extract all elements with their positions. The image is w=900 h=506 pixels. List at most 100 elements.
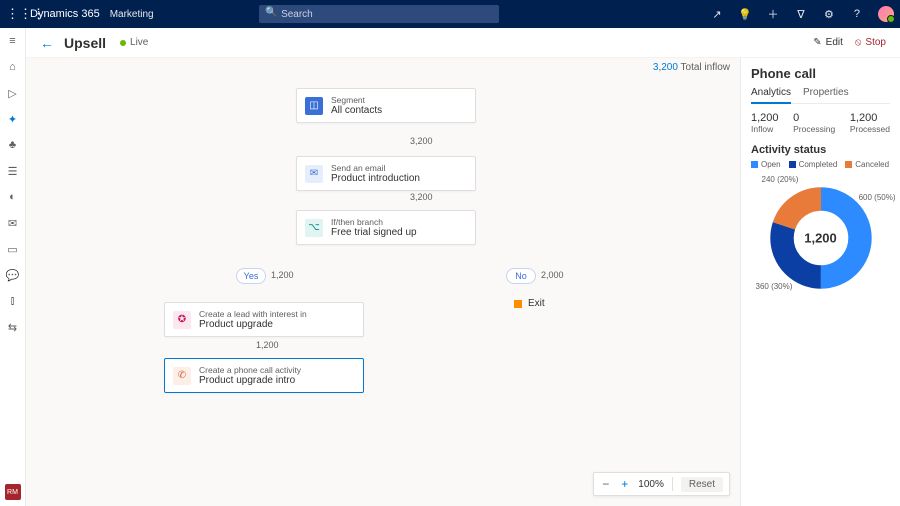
stat-value: 1,200 — [751, 112, 779, 124]
pencil-icon: ✎ — [813, 37, 821, 48]
tab-properties[interactable]: Properties — [803, 87, 849, 103]
module-title: Marketing — [110, 9, 154, 20]
help-icon[interactable]: ? — [850, 7, 864, 21]
branch-icon: ⌥ — [305, 219, 323, 237]
mail-icon[interactable]: ✉ — [6, 216, 20, 230]
stat-processed: 1,200 Processed — [850, 112, 890, 134]
stop-button[interactable]: ⦸ Stop — [855, 37, 886, 48]
node-lead[interactable]: ✪ Create a lead with interest in Product… — [164, 302, 364, 337]
status-label: Live — [130, 37, 148, 48]
page-title: Upsell — [64, 35, 106, 51]
node-label: All contacts — [331, 105, 382, 116]
segment-icon: ◫ — [305, 97, 323, 115]
settings-icon[interactable]: ⚙ — [822, 7, 836, 21]
legend-open: Open — [761, 160, 781, 169]
phone-icon: ✆ — [173, 367, 191, 385]
stats-row: 1,200 Inflow 0 Processing 1,200 Processe… — [751, 112, 890, 134]
separator — [672, 477, 673, 491]
chart-legend: Open Completed Canceled — [751, 160, 890, 169]
node-branch[interactable]: ⌥ If/then branch Free trial signed up — [296, 210, 476, 245]
zoom-toolbar: − + 100% Reset — [593, 472, 730, 496]
no-count: 2,000 — [541, 270, 564, 280]
exit-icon — [514, 300, 522, 308]
edge-label: 3,200 — [410, 192, 433, 202]
donut-label-completed: 360 (30%) — [756, 282, 793, 291]
stat-label: Processed — [850, 124, 890, 134]
edge-label: 3,200 — [410, 136, 433, 146]
zoom-in-button[interactable]: + — [619, 477, 630, 491]
list-icon[interactable]: ☰ — [6, 164, 20, 178]
edit-button[interactable]: ✎ Edit — [813, 37, 843, 48]
search-wrap: 🔍 — [259, 5, 499, 23]
edge-label: 1,200 — [256, 340, 279, 350]
zoom-level: 100% — [638, 479, 664, 490]
add-icon[interactable]: ＋ — [766, 7, 780, 21]
swatch-canceled — [845, 161, 852, 168]
lead-icon: ✪ — [173, 311, 191, 329]
panel-title: Phone call — [751, 66, 890, 81]
edit-label: Edit — [826, 37, 843, 48]
donut-label-open: 600 (50%) — [859, 193, 896, 202]
stat-processing: 0 Processing — [793, 112, 835, 134]
search-icon: 🔍 — [265, 7, 277, 18]
connectors — [26, 58, 326, 208]
total-inflow: 3,200 Total inflow — [653, 62, 730, 73]
topbar-actions: ↗ 💡 ＋ ∇ ⚙ ? — [710, 6, 894, 22]
node-email[interactable]: ✉ Send an email Product introduction — [296, 156, 476, 191]
node-phone-call[interactable]: ✆ Create a phone call activity Product u… — [164, 358, 364, 393]
node-type: Segment — [331, 95, 382, 105]
stat-label: Processing — [793, 124, 835, 134]
exit-label: Exit — [528, 298, 545, 309]
share-icon[interactable]: ↗ — [710, 7, 724, 21]
legend-completed: Completed — [799, 160, 838, 169]
page-header: ← Upsell Live ✎ Edit ⦸ Stop — [26, 28, 900, 58]
persona-badge[interactable]: RM — [5, 484, 21, 500]
stat-value: 0 — [793, 112, 835, 124]
segment-icon[interactable]: ♣ — [6, 138, 20, 152]
activity-status-title: Activity status — [751, 144, 890, 156]
chat-icon[interactable]: 💬 — [6, 268, 20, 282]
left-nav-rail: ≡ ⌂ ▷ ✦ ♣ ☰ ◐ ✉ ▭ 💬 ⫾ ⇆ RM — [0, 28, 26, 506]
node-type: Create a phone call activity — [199, 365, 301, 375]
node-label: Product upgrade — [199, 319, 307, 330]
status-dot-icon — [120, 40, 126, 46]
user-avatar[interactable] — [878, 6, 894, 22]
journey-canvas[interactable]: 3,200 Total inflow ◫ Segment All contact… — [26, 58, 740, 506]
app-title: Dynamics 365 — [30, 8, 100, 20]
home-icon[interactable]: ⌂ — [6, 60, 20, 74]
yes-count: 1,200 — [271, 270, 294, 280]
branch-yes-pill: Yes — [236, 268, 266, 284]
stop-label: Stop — [865, 37, 886, 48]
event-icon[interactable]: ◐ — [6, 190, 20, 204]
inflow-value: 3,200 — [653, 62, 678, 73]
tab-analytics[interactable]: Analytics — [751, 87, 791, 104]
filter-icon[interactable]: ∇ — [794, 7, 808, 21]
more-icon[interactable]: ⇆ — [6, 320, 20, 334]
lightbulb-icon[interactable]: 💡 — [738, 7, 752, 21]
menu-icon[interactable]: ≡ — [6, 34, 20, 48]
form-icon[interactable]: ▭ — [6, 242, 20, 256]
search-input[interactable] — [259, 5, 499, 23]
donut-center: 1,200 — [804, 231, 837, 246]
stat-label: Inflow — [751, 124, 779, 134]
stat-inflow: 1,200 Inflow — [751, 112, 779, 134]
journey-icon[interactable]: ✦ — [6, 112, 20, 126]
zoom-reset-button[interactable]: Reset — [681, 477, 723, 492]
email-icon: ✉ — [305, 165, 323, 183]
branch-no-pill: No — [506, 268, 536, 284]
exit-node[interactable]: Exit — [514, 298, 545, 309]
swatch-open — [751, 161, 758, 168]
play-icon[interactable]: ▷ — [6, 86, 20, 100]
app-launcher-icon[interactable]: ⋮⋮⋮ — [6, 6, 26, 22]
legend-canceled: Canceled — [855, 160, 889, 169]
back-button[interactable]: ← — [40, 35, 54, 51]
stop-icon: ⦸ — [855, 37, 862, 48]
inflow-label: Total inflow — [681, 62, 730, 73]
node-segment[interactable]: ◫ Segment All contacts — [296, 88, 476, 123]
details-panel: Phone call Analytics Properties 1,200 In… — [740, 58, 900, 506]
analytics-icon[interactable]: ⫾ — [6, 294, 20, 308]
zoom-out-button[interactable]: − — [600, 477, 611, 491]
swatch-completed — [789, 161, 796, 168]
node-label: Free trial signed up — [331, 227, 417, 238]
donut-label-canceled: 240 (20%) — [762, 175, 799, 184]
